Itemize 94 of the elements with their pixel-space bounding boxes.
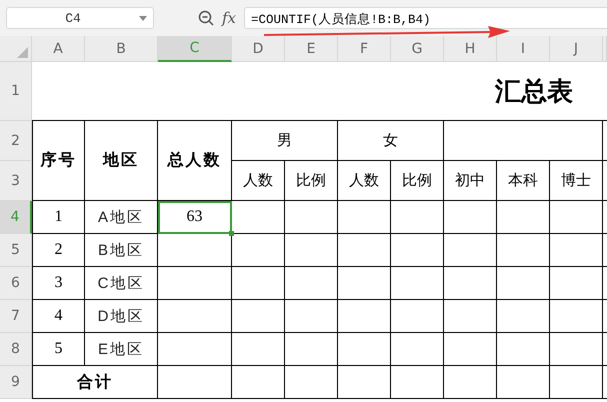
table-cell: 3 <box>32 267 85 300</box>
table-cell <box>391 300 444 333</box>
table-cell: 总人数 <box>158 121 232 201</box>
table-cell <box>550 267 603 300</box>
column-header[interactable]: I <box>497 36 550 62</box>
table-cell <box>550 201 603 234</box>
table-cell: 女 <box>338 121 444 161</box>
table-cell[interactable] <box>158 267 232 300</box>
table-cell[interactable] <box>158 333 232 366</box>
table-cell <box>444 234 497 267</box>
table-cell <box>232 366 285 399</box>
table-cell: B地区 <box>85 234 158 267</box>
table-cell <box>444 366 497 399</box>
table-cell <box>232 267 285 300</box>
table-cell <box>338 366 391 399</box>
table-cell: 4 <box>32 300 85 333</box>
table-cell <box>232 333 285 366</box>
table-cell: 地区 <box>85 121 158 201</box>
table-cell <box>232 300 285 333</box>
table-cell: 比例 <box>391 161 444 201</box>
row-header[interactable]: 6 <box>0 267 32 300</box>
row-header[interactable]: 7 <box>0 300 32 333</box>
column-header[interactable]: C <box>158 36 232 62</box>
table-cell: 男 <box>232 121 338 161</box>
table-cell: D地区 <box>85 300 158 333</box>
table-cell <box>338 267 391 300</box>
column-header[interactable]: F <box>338 36 391 62</box>
column-header[interactable]: B <box>85 36 158 62</box>
table-cell <box>497 267 550 300</box>
table-cell <box>444 300 497 333</box>
table-cell: E地区 <box>85 333 158 366</box>
table-cell <box>338 234 391 267</box>
table-cell: 人数 <box>338 161 391 201</box>
table-cell <box>550 234 603 267</box>
table-cell: 博士 <box>550 161 603 201</box>
table-cell <box>497 300 550 333</box>
function-icon[interactable]: fx <box>222 9 236 27</box>
row-header[interactable]: 3 <box>0 161 32 201</box>
formula-field[interactable]: =COUNTIF(人员信息!B:B,B4) <box>244 7 607 29</box>
table-cell <box>285 366 338 399</box>
table-cell <box>232 201 285 234</box>
table-cell: A地区 <box>85 201 158 234</box>
table-cell <box>497 366 550 399</box>
table-cell: 初中 <box>444 161 497 201</box>
table-cell <box>444 267 497 300</box>
table-cell <box>391 201 444 234</box>
table-cell: 1 <box>32 201 85 234</box>
column-header[interactable]: H <box>444 36 497 62</box>
table-cell <box>232 234 285 267</box>
table-cell <box>338 201 391 234</box>
table-cell <box>497 234 550 267</box>
column-header[interactable]: D <box>232 36 285 62</box>
table-cell <box>285 333 338 366</box>
zoom-icon[interactable] <box>198 10 214 26</box>
table-cell[interactable] <box>158 300 232 333</box>
row-header[interactable]: 5 <box>0 234 32 267</box>
table-cell <box>285 201 338 234</box>
name-box[interactable]: C4 <box>6 7 154 29</box>
column-header[interactable]: J <box>550 36 603 62</box>
caret-icon <box>139 16 147 20</box>
table-cell <box>285 267 338 300</box>
column-header[interactable]: G <box>391 36 444 62</box>
table-cell[interactable] <box>158 234 232 267</box>
table-cell <box>391 234 444 267</box>
table-cell: C地区 <box>85 267 158 300</box>
row-header[interactable]: 9 <box>0 366 32 399</box>
table-cell: 5 <box>32 333 85 366</box>
table-cell <box>550 333 603 366</box>
table-cell: 合计 <box>32 366 158 399</box>
table-cell <box>338 333 391 366</box>
table-cell <box>391 366 444 399</box>
table-cell <box>497 333 550 366</box>
row-header[interactable]: 8 <box>0 333 32 366</box>
row-header[interactable]: 4 <box>0 201 32 234</box>
table-cell <box>497 201 550 234</box>
table-cell: 人数 <box>232 161 285 201</box>
table-cell <box>391 267 444 300</box>
table-cell <box>391 333 444 366</box>
column-header[interactable]: A <box>32 36 85 62</box>
row-header[interactable]: 2 <box>0 121 32 161</box>
table-cell[interactable]: 63 <box>158 201 232 234</box>
table-cell: 比例 <box>285 161 338 201</box>
table-cell <box>550 300 603 333</box>
table-cell <box>285 300 338 333</box>
table-cell <box>285 234 338 267</box>
table-cell <box>338 300 391 333</box>
table-cell <box>550 366 603 399</box>
column-header[interactable]: E <box>285 36 338 62</box>
table-cell <box>444 333 497 366</box>
table-cell: 2 <box>32 234 85 267</box>
table-cell: 本科 <box>497 161 550 201</box>
table-cell <box>444 201 497 234</box>
row-header[interactable]: 1 <box>0 62 32 121</box>
sheet-title: 汇总表 <box>32 62 607 121</box>
